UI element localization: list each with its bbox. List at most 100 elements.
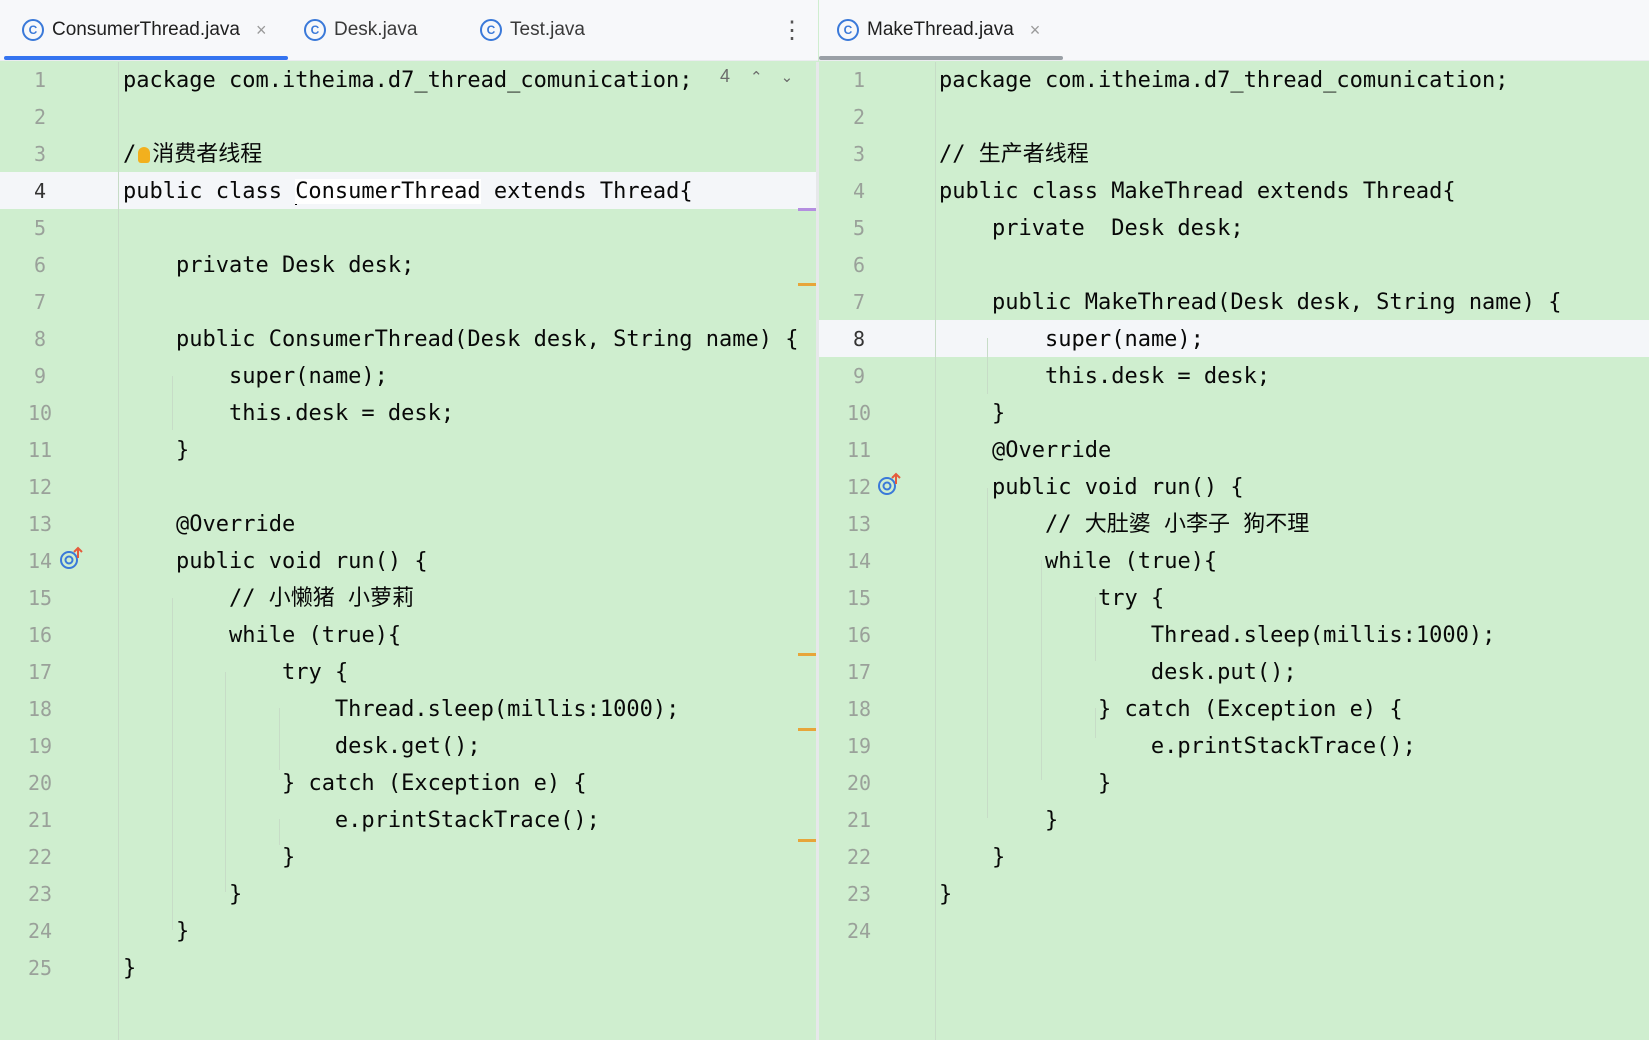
line-number: 3 <box>33 142 47 166</box>
args: (name); <box>295 364 388 389</box>
line-number: 4 <box>33 179 47 203</box>
number: 1000 <box>599 697 653 722</box>
code-line: public class ConsumerThread extends Thre… <box>123 173 693 210</box>
package-name: com.itheima.d7_thread_comunication; <box>215 68 693 93</box>
class-icon: C <box>480 19 502 41</box>
method-name: ConsumerThread <box>268 327 455 352</box>
punct: ; <box>401 253 415 278</box>
keyword: catch <box>308 771 375 796</box>
method-name: printStackTrace <box>1177 734 1377 759</box>
assign: = desk; <box>1164 364 1271 389</box>
line-number: 13 <box>27 512 53 536</box>
code-line: private Desk desk; <box>939 210 1244 247</box>
params: (Desk desk, String name) { <box>454 327 799 352</box>
active-tab-indicator <box>4 56 288 60</box>
keyword: public void <box>175 549 335 574</box>
line-number: 20 <box>846 771 872 795</box>
field-name: desk <box>1177 216 1231 241</box>
line-number: 12 <box>27 475 53 499</box>
keyword: while <box>228 623 296 648</box>
keyword: true <box>1137 549 1191 574</box>
line-number: 9 <box>852 364 866 388</box>
keyword: extends <box>480 179 600 204</box>
bulb-icon[interactable] <box>138 147 151 163</box>
keyword: this <box>1044 364 1098 389</box>
code-line: try { <box>123 654 348 691</box>
tab-label: Desk.java <box>334 19 418 40</box>
tab-desk[interactable]: C Desk.java <box>304 0 417 60</box>
brace: } <box>228 882 243 907</box>
line-number: 2 <box>33 105 47 129</box>
code-line: super(name); <box>123 358 388 395</box>
var: e. <box>1150 734 1178 759</box>
indent-guide <box>118 62 119 1040</box>
comment: / <box>123 142 137 167</box>
keyword: public <box>175 327 269 352</box>
line-number: 10 <box>27 401 53 425</box>
line-number: 16 <box>27 623 53 647</box>
punct: ( <box>493 697 508 722</box>
class-icon: C <box>304 19 326 41</box>
close-icon[interactable]: × <box>256 20 267 41</box>
line-number: 15 <box>846 586 872 610</box>
line-number: 17 <box>846 660 872 684</box>
close-icon[interactable]: × <box>1030 20 1041 41</box>
line-number: 21 <box>846 808 872 832</box>
tab-label: Test.java <box>510 19 585 40</box>
left-editor[interactable]: 1 2 3 4 5 6 7 8 9 10 11 12 13 14 15 16 1… <box>0 62 818 1040</box>
more-tabs-menu-icon[interactable]: ⋮ <box>780 0 804 60</box>
line-number: 6 <box>852 253 866 277</box>
code-line: } catch (Exception e) { <box>123 765 587 802</box>
punct: ); <box>652 697 680 722</box>
line-number: 4 <box>852 179 866 203</box>
tab-test[interactable]: C Test.java <box>480 0 585 60</box>
code-line: } <box>939 765 1111 802</box>
tab-consumer-thread[interactable]: C ConsumerThread.java × <box>22 0 267 60</box>
class-name: ConsumerThread <box>295 179 481 204</box>
override-method-icon[interactable] <box>876 472 902 498</box>
line-number: 22 <box>846 845 872 869</box>
keyword: extends <box>1243 179 1363 204</box>
right-editor[interactable]: 1 2 3 4 5 6 7 8 9 10 11 12 13 14 15 16 1… <box>819 62 1649 1040</box>
method-name: MakeThread <box>1084 290 1218 315</box>
line-number: 10 <box>846 401 872 425</box>
parameter-hint: millis: <box>507 697 600 722</box>
tab-make-thread[interactable]: C MakeThread.java × <box>837 0 1040 60</box>
line-number: 22 <box>27 845 53 869</box>
tab-label: MakeThread.java <box>867 19 1014 40</box>
comment: // 大肚婆 小李子 狗不理 <box>1044 512 1310 537</box>
code-line: private Desk desk; <box>123 247 414 284</box>
comment: 消费者线程 <box>152 142 263 167</box>
line-number: 23 <box>27 882 53 906</box>
punct: ( <box>1111 549 1138 574</box>
code-line: package com.itheima.d7_thread_comunicati… <box>939 62 1509 99</box>
code-line: while (true){ <box>123 617 401 654</box>
brace: } <box>281 845 296 870</box>
code-line: this.desk = desk; <box>939 358 1270 395</box>
keyword: package <box>939 68 1032 93</box>
code-line: } <box>939 802 1058 839</box>
number: 1000 <box>1415 623 1469 648</box>
keyword: super <box>228 364 296 389</box>
keyword: catch <box>1124 697 1191 722</box>
override-method-icon[interactable] <box>58 546 84 572</box>
code-line: } <box>939 839 1005 876</box>
type-name: Desk <box>268 253 349 278</box>
line-number: 5 <box>33 216 47 240</box>
method-name: run <box>334 549 375 574</box>
code-line: public void run() { <box>123 543 428 580</box>
field-name: desk <box>1111 364 1165 389</box>
line-number: 11 <box>846 438 872 462</box>
indent-guide <box>935 62 936 1040</box>
punct: . <box>281 401 296 426</box>
keyword: try <box>281 660 322 685</box>
line-number: 18 <box>846 697 872 721</box>
code-line: public class MakeThread extends Thread{ <box>939 173 1456 210</box>
brace: } <box>281 771 309 796</box>
line-number: 6 <box>33 253 47 277</box>
line-number: 23 <box>846 882 872 906</box>
line-number: 13 <box>846 512 872 536</box>
code-line: } <box>123 839 295 876</box>
line-number: 24 <box>27 919 53 943</box>
keyword: public class <box>123 179 296 204</box>
